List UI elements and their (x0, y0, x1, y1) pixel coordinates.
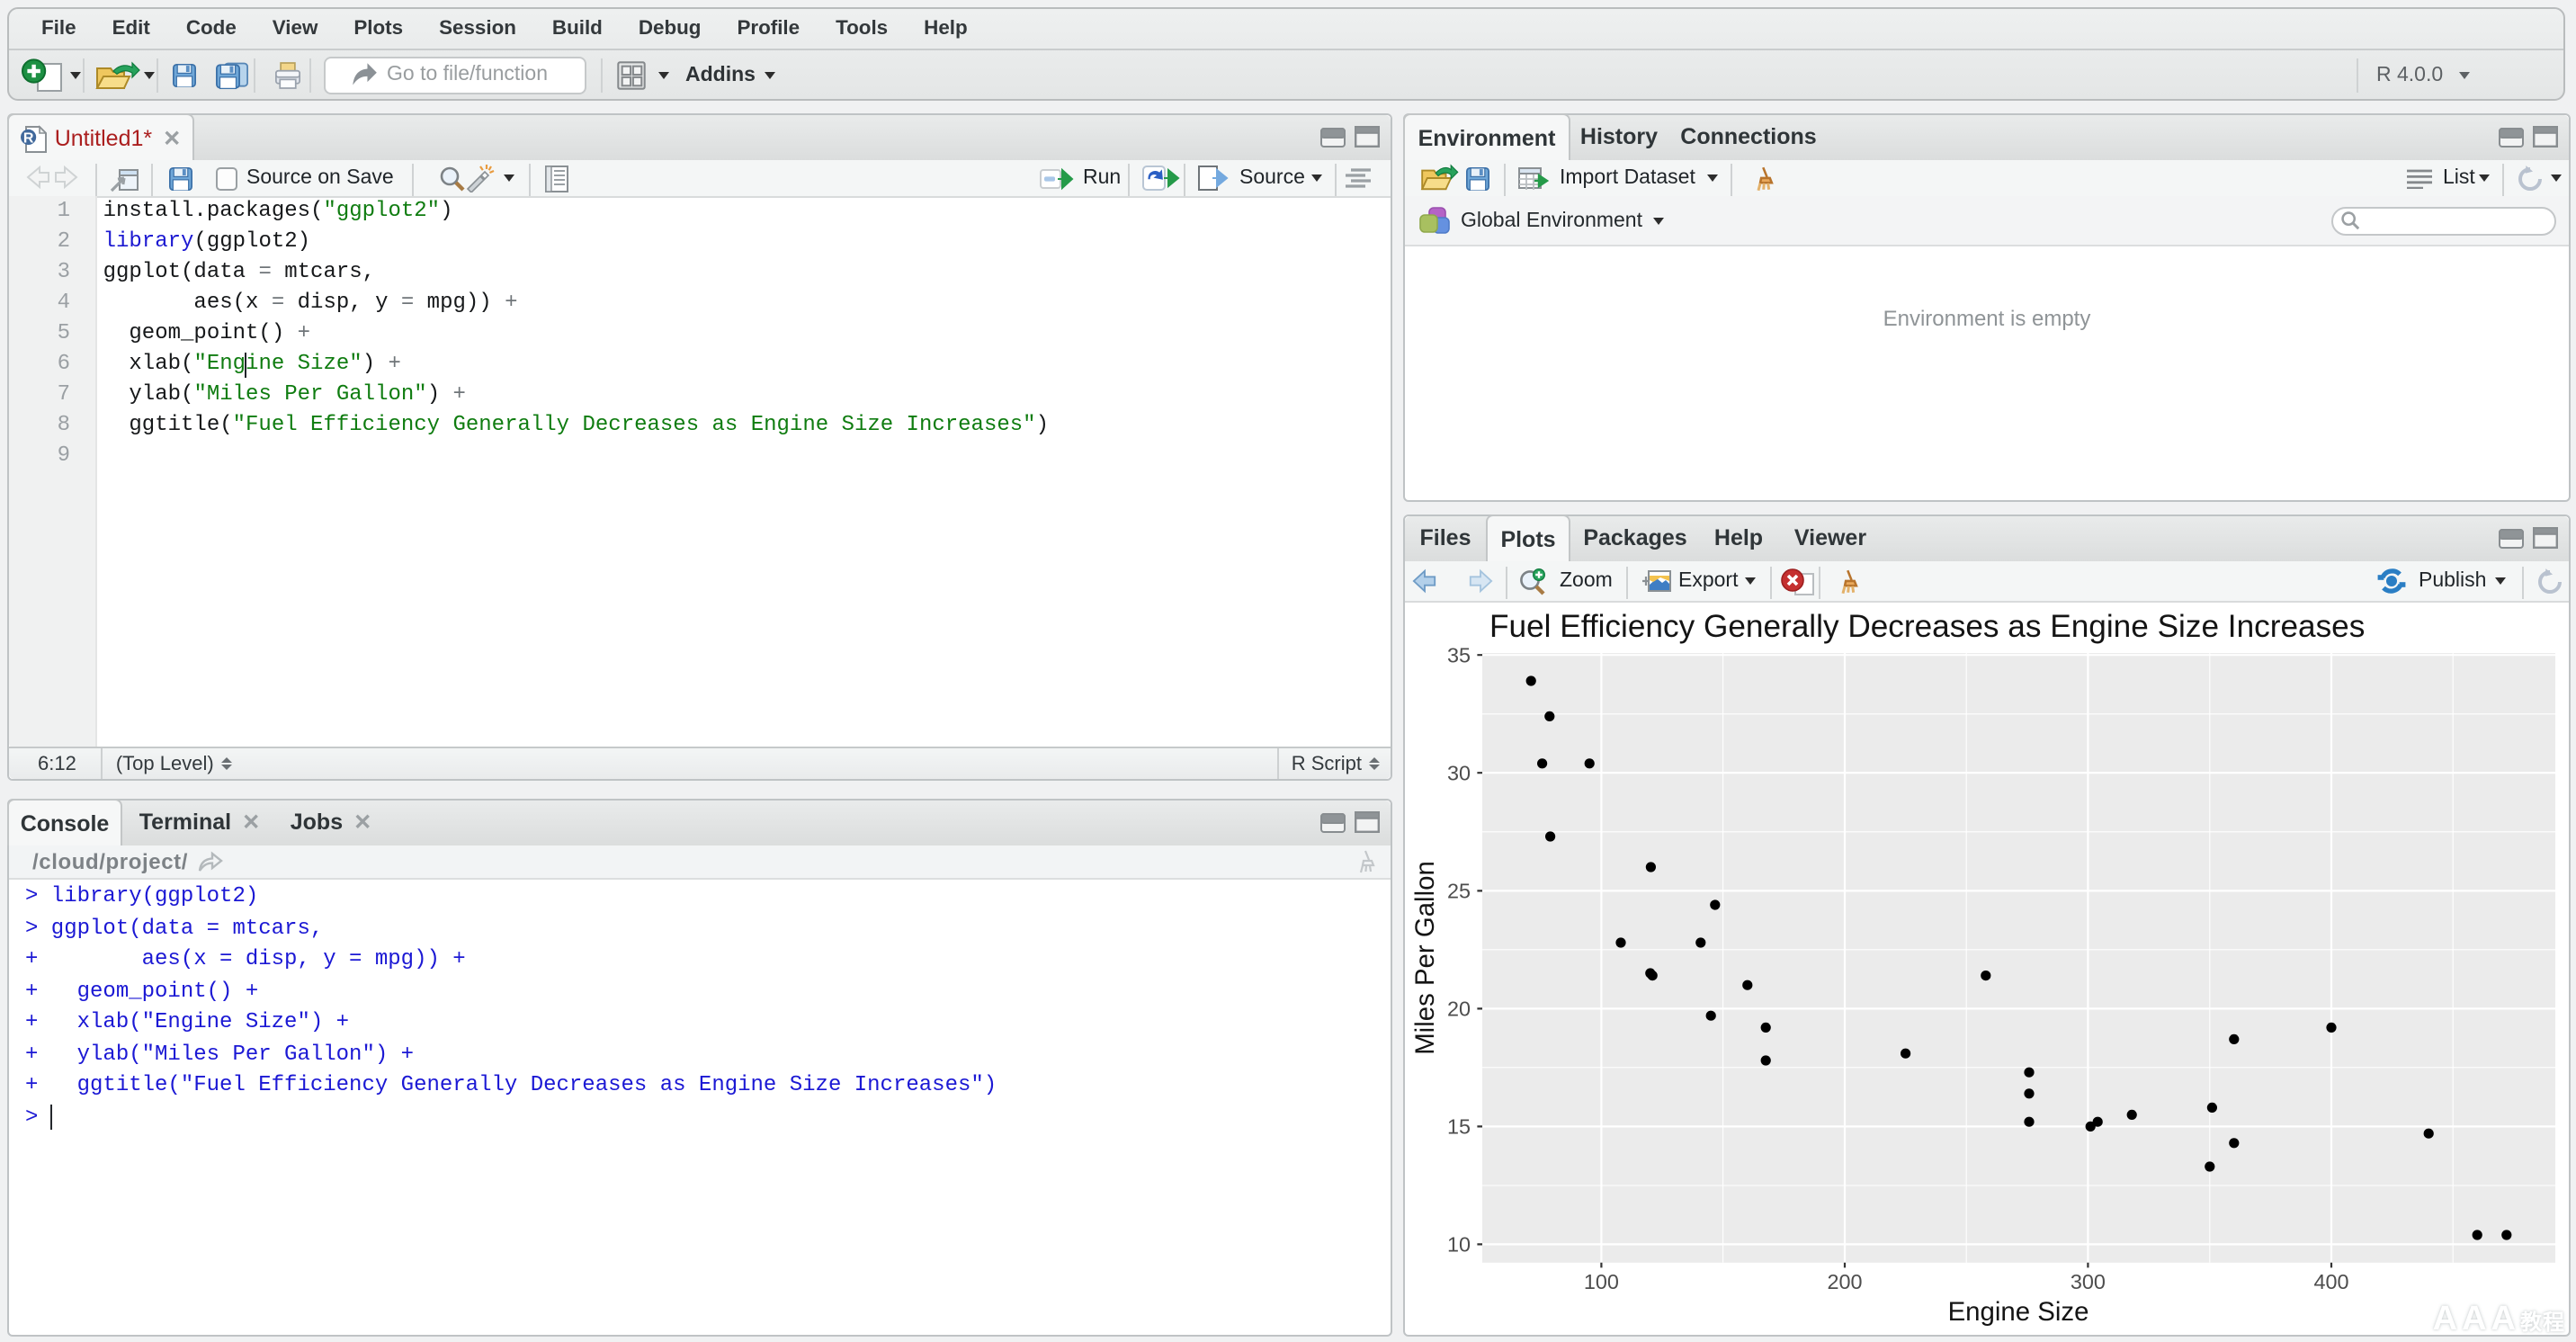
svg-text:100: 100 (1584, 1270, 1619, 1293)
svg-text:25: 25 (1447, 880, 1471, 903)
svg-text:Engine Size: Engine Size (1948, 1297, 2089, 1327)
svg-text:35: 35 (1447, 643, 1471, 667)
svg-text:10: 10 (1447, 1233, 1471, 1257)
svg-text:Miles Per Gallon: Miles Per Gallon (1410, 861, 1440, 1055)
svg-text:20: 20 (1447, 998, 1471, 1021)
svg-text:400: 400 (2313, 1270, 2348, 1293)
svg-text:300: 300 (2071, 1270, 2106, 1293)
svg-text:R: R (24, 130, 35, 145)
svg-text:200: 200 (1827, 1270, 1862, 1293)
svg-text:30: 30 (1447, 761, 1471, 784)
svg-text:15: 15 (1447, 1115, 1471, 1139)
svg-text:Fuel Efficiency Generally Decr: Fuel Efficiency Generally Decreases as E… (1489, 609, 2365, 644)
